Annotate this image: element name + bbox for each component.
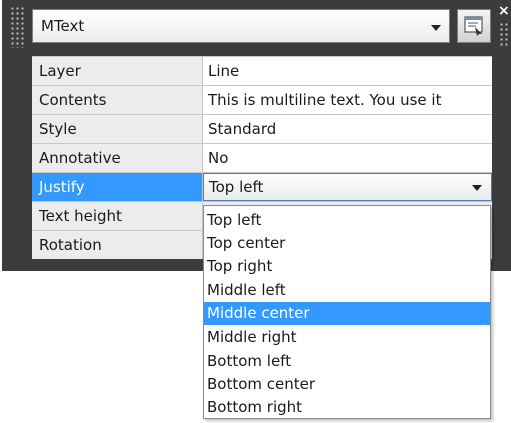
property-label: Justify (32, 173, 203, 201)
property-value[interactable]: Standard (203, 115, 492, 143)
quick-select-icon (464, 16, 483, 36)
close-icon[interactable]: × (498, 4, 511, 18)
justify-select[interactable]: Top left (203, 173, 492, 201)
dropdown-option-highlighted[interactable]: Middle center (204, 302, 490, 325)
property-label: Rotation (32, 231, 203, 259)
justify-dropdown-list: Top left Top center Top right Middle lef… (203, 205, 491, 419)
drag-grip-icon[interactable] (10, 6, 24, 48)
property-label: Contents (32, 86, 203, 114)
object-type-value: MText (41, 17, 85, 35)
dropdown-option[interactable]: Bottom right (204, 396, 490, 419)
property-row-justify[interactable]: Justify Top left (32, 172, 492, 201)
dropdown-option[interactable]: Top center (204, 232, 490, 255)
object-type-select[interactable]: MText (32, 9, 450, 43)
dropdown-option[interactable]: Bottom center (204, 373, 490, 396)
dropdown-option[interactable]: Middle right (204, 326, 490, 349)
property-label: Annotative (32, 144, 203, 172)
property-value[interactable]: No (203, 144, 492, 172)
property-value[interactable]: Line (203, 57, 492, 85)
dropdown-option[interactable]: Bottom left (204, 350, 490, 373)
property-row-contents[interactable]: Contents This is multiline text. You use… (32, 85, 492, 114)
property-row-annotative[interactable]: Annotative No (32, 143, 492, 172)
justify-select-value: Top left (209, 178, 264, 196)
dropdown-option[interactable]: Top left (204, 209, 490, 232)
property-row-layer[interactable]: Layer Line (32, 56, 492, 85)
quick-select-button[interactable] (457, 9, 491, 43)
side-grip-icon[interactable] (499, 22, 509, 46)
dropdown-option[interactable]: Middle left (204, 279, 490, 302)
dropdown-option[interactable]: Top right (204, 255, 490, 278)
property-row-style[interactable]: Style Standard (32, 114, 492, 143)
property-value[interactable]: This is multiline text. You use it (203, 86, 492, 114)
chevron-down-icon (431, 25, 441, 31)
property-label: Style (32, 115, 203, 143)
property-label: Text height (32, 202, 203, 230)
chevron-down-icon[interactable] (472, 185, 482, 191)
property-label: Layer (32, 57, 203, 85)
